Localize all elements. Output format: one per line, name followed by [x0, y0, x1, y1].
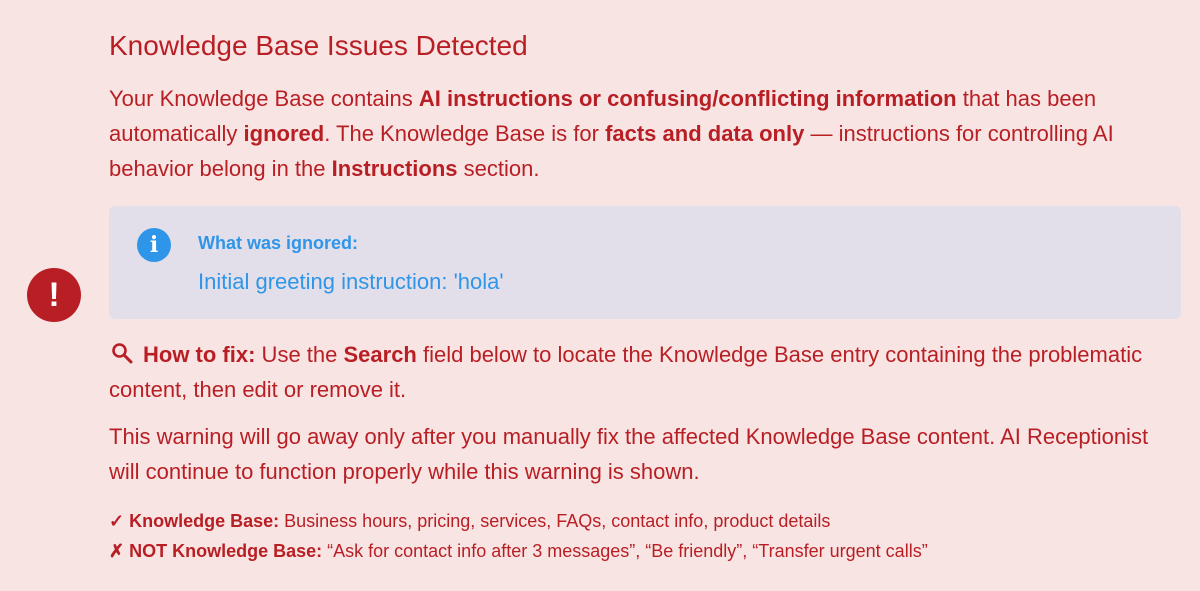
warning-note: This warning will go away only after you…: [109, 424, 1149, 484]
kb-warning-panel: Knowledge Base Issues Detected Your Know…: [109, 0, 1181, 566]
kb-yes-line: ✓ Knowledge Base: Business hours, pricin…: [109, 506, 1181, 536]
intro-text: section.: [457, 156, 540, 181]
ignored-title: What was ignored:: [198, 233, 359, 253]
check-icon: ✓: [109, 511, 125, 531]
intro-text: . The Knowledge Base is for: [324, 121, 606, 146]
kb-yes-text: Business hours, pricing, services, FAQs,…: [279, 511, 831, 531]
intro-text: Your Knowledge Base contains: [109, 86, 419, 111]
cross-icon: ✗: [109, 541, 125, 561]
ignored-text: Initial greeting instruction: 'hola': [198, 269, 504, 294]
info-icon: i: [137, 228, 171, 262]
intro-paragraph: Your Knowledge Base contains AI instruct…: [109, 81, 1181, 186]
kb-notes: ✓ Knowledge Base: Business hours, pricin…: [109, 506, 1181, 566]
info-glyph: i: [149, 232, 159, 258]
intro-bold: ignored: [243, 121, 325, 146]
kb-no-line: ✗ NOT Knowledge Base: “Ask for contact i…: [109, 536, 1181, 566]
intro-bold: Instructions: [331, 156, 458, 181]
kb-yes-label: Knowledge Base:: [129, 511, 280, 531]
warning-title: Knowledge Base Issues Detected: [109, 30, 528, 61]
how-to-fix: How to fix: Use the Search field below t…: [109, 337, 1181, 407]
intro-bold: facts and data only: [605, 121, 805, 146]
alert-glyph: !: [48, 276, 60, 314]
intro-bold: AI instructions or confusing/conflicting…: [418, 86, 957, 111]
fix-text: Use the: [255, 342, 344, 367]
alert-exclamation-icon: !: [27, 268, 81, 322]
fix-search-term: Search: [343, 342, 417, 367]
fix-label: How to fix:: [143, 342, 256, 367]
kb-no-label: NOT Knowledge Base:: [129, 541, 323, 561]
magnifier-icon: [109, 342, 135, 364]
kb-no-text: “Ask for contact info after 3 messages”,…: [322, 541, 928, 561]
ignored-info-box: i What was ignored: Initial greeting ins…: [109, 206, 1181, 319]
